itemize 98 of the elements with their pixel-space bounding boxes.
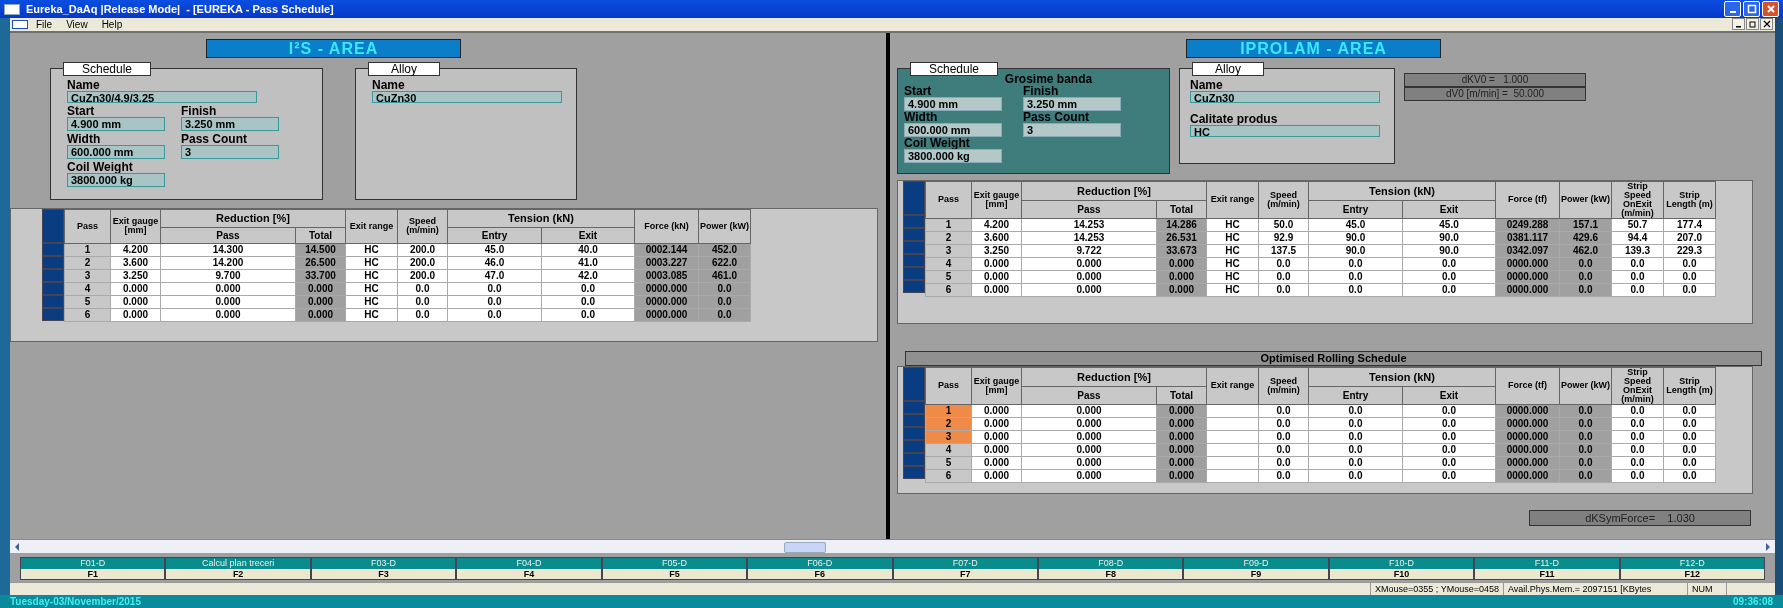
area-title: I²S - AREA xyxy=(206,38,461,58)
field-label: Calitate produs xyxy=(1190,112,1279,125)
column-header: Speed (m/min) xyxy=(1258,181,1309,219)
group-legend: Alloy xyxy=(1192,61,1264,76)
readout: dKV0 = 1.000 xyxy=(1404,72,1586,87)
column-header: Strip Length (m) xyxy=(1663,181,1716,219)
function-key-button[interactable]: F09-D F9 xyxy=(1183,557,1329,580)
window-title: Eureka_DaAq |Release Mode| - [EUREKA - Pass Schedule] xyxy=(26,3,334,15)
column-header: Reduction [%] xyxy=(1021,181,1207,201)
column-header: Power (kW) xyxy=(1559,181,1612,219)
field-label: Coil Weight xyxy=(904,136,971,149)
column-header: Pass xyxy=(64,209,111,244)
column-header: Force (tf) xyxy=(1495,181,1560,219)
field-label: Start xyxy=(904,84,933,97)
left-arrow-icon[interactable] xyxy=(14,542,20,551)
value-field[interactable]: CuZn30 xyxy=(1190,90,1380,103)
value-field[interactable]: CuZn30 xyxy=(372,90,562,103)
field-label: Width xyxy=(67,132,102,145)
value-field[interactable]: 4.900 mm xyxy=(904,96,1002,111)
value-field[interactable]: 3 xyxy=(1023,122,1121,137)
value-field[interactable]: CuZn30/4.9/3.25 xyxy=(67,90,257,103)
minimize-button[interactable] xyxy=(1732,18,1745,31)
column-header: Force (tf) xyxy=(1495,367,1560,405)
value-field[interactable]: 3800.000 kg xyxy=(67,172,165,187)
value-field[interactable]: 600.000 mm xyxy=(67,144,165,159)
field-label: Coil Weight xyxy=(67,160,134,173)
value-field[interactable]: 4.900 mm xyxy=(67,116,165,131)
group-heading: Grosime banda xyxy=(1003,72,1094,85)
function-key-button[interactable]: F12-D F12 xyxy=(1619,557,1766,580)
column-header: Exit gauge [mm] xyxy=(971,181,1022,219)
field-label: Name xyxy=(1190,78,1224,91)
column-header: Tension (kN) xyxy=(447,209,635,228)
function-key-button[interactable]: F11-D F11 xyxy=(1474,557,1620,580)
close-icon xyxy=(1765,4,1776,14)
restore-icon xyxy=(1748,20,1757,29)
column-header: Tension (kN) xyxy=(1308,367,1496,387)
close-icon xyxy=(1762,20,1771,29)
column-header: Reduction [%] xyxy=(160,209,346,228)
column-header: Speed (m/min) xyxy=(397,209,448,244)
field-label: Finish xyxy=(1023,84,1060,97)
column-header: Pass xyxy=(925,181,972,219)
restore-button[interactable] xyxy=(1746,18,1759,31)
function-key-button[interactable]: F07-D F7 xyxy=(892,557,1038,580)
function-key-button[interactable]: F06-D F6 xyxy=(747,557,893,580)
area-title: IPROLAM - AREA xyxy=(1186,38,1441,58)
column-header: Power (kW) xyxy=(1559,367,1612,405)
value-field[interactable]: 3.250 mm xyxy=(181,116,279,131)
readout: dKSymForce= 1.030 xyxy=(1529,509,1751,526)
column-header: Tension (kN) xyxy=(1308,181,1496,201)
maximize-button[interactable] xyxy=(1743,1,1760,17)
column-header: Exit range xyxy=(1206,181,1259,219)
close-button[interactable] xyxy=(1760,18,1773,31)
function-key-button[interactable]: F01-D F1 xyxy=(20,557,166,580)
function-key-button[interactable]: F08-D F8 xyxy=(1037,557,1184,580)
column-header: Exit gauge [mm] xyxy=(971,367,1022,405)
column-header: Exit range xyxy=(345,209,398,244)
scroll-thumb[interactable] xyxy=(784,542,826,554)
group-legend: Alloy xyxy=(368,61,440,76)
function-key-button[interactable]: F10-D F10 xyxy=(1328,557,1475,580)
column-header: Exit gauge [mm] xyxy=(110,209,161,244)
value-field[interactable]: 3 xyxy=(181,144,279,159)
maximize-icon xyxy=(1746,4,1757,14)
function-key-button[interactable]: F03-D F3 xyxy=(310,557,457,580)
field-label: Finish xyxy=(181,104,218,117)
column-header: Strip Speed OnExit (m/min) xyxy=(1611,367,1664,405)
date-text: Tuesday-03/November/2015 xyxy=(10,596,141,607)
function-key-button[interactable]: Calcul plan treceri F2 xyxy=(165,557,311,580)
field-label: Pass Count xyxy=(1023,110,1090,123)
value-field[interactable]: 600.000 mm xyxy=(904,122,1002,137)
column-header: Reduction [%] xyxy=(1021,367,1207,387)
value-field[interactable]: 3800.000 kg xyxy=(904,148,1002,163)
field-label: Name xyxy=(67,78,101,91)
column-header: Pass xyxy=(925,367,972,405)
column-header: Force (kN) xyxy=(634,209,699,244)
time-text: 09:36:08 xyxy=(1732,596,1773,607)
value-field[interactable]: HC xyxy=(1190,124,1380,137)
value-field[interactable]: 3.250 mm xyxy=(1023,96,1121,111)
document-icon xyxy=(12,19,28,29)
group-legend: Schedule xyxy=(63,61,152,76)
menu-item[interactable]: File xyxy=(36,18,53,30)
field-label: Width xyxy=(904,110,939,123)
column-header: Speed (m/min) xyxy=(1258,367,1309,405)
field-label: Pass Count xyxy=(181,132,248,145)
column-header: Strip Speed OnExit (m/min) xyxy=(1611,181,1664,219)
menu-item[interactable]: View xyxy=(66,18,88,30)
menu-item[interactable]: Help xyxy=(101,18,123,30)
field-label: Name xyxy=(372,78,406,91)
table-title: Optimised Rolling Schedule xyxy=(905,350,1762,366)
horizontal-scrollbar[interactable] xyxy=(10,539,1775,553)
column-header: Power (kW) xyxy=(698,209,751,244)
function-key-button[interactable]: F05-D F5 xyxy=(601,557,748,580)
window-icon xyxy=(4,3,20,15)
field-label: Start xyxy=(67,104,96,117)
right-arrow-icon[interactable] xyxy=(1765,542,1771,551)
group-legend: Schedule xyxy=(910,61,999,76)
column-header: Strip Length (m) xyxy=(1663,367,1716,405)
function-key-button[interactable]: F04-D F4 xyxy=(456,557,602,580)
column-header: Exit range xyxy=(1206,367,1259,405)
